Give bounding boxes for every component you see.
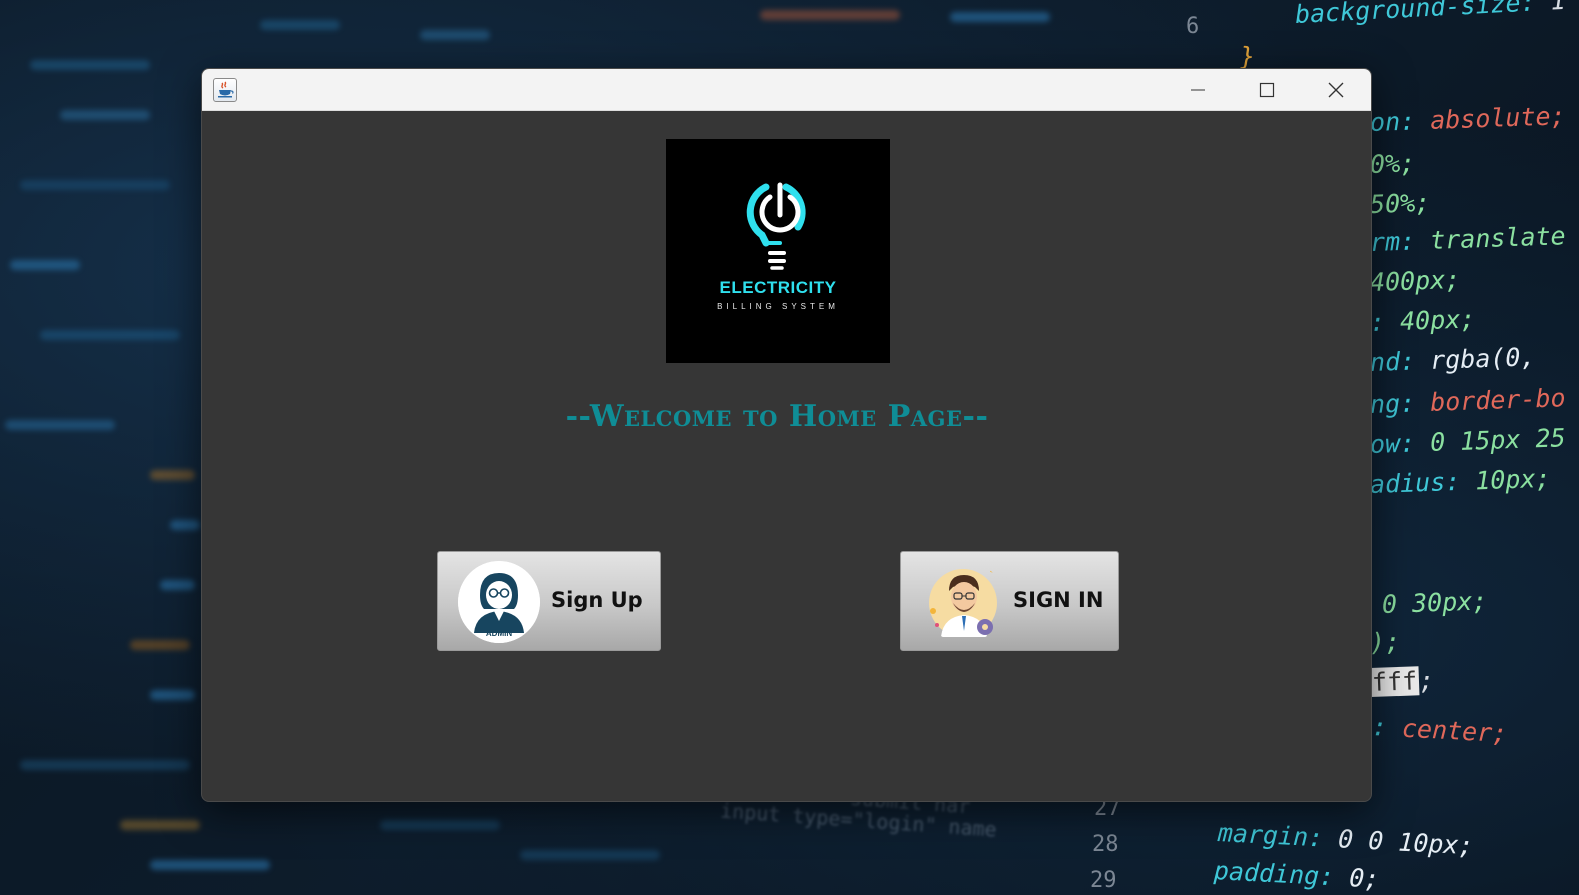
sign-in-button[interactable]: SIGN IN — [900, 551, 1119, 651]
admin-avatar-icon: ADMIN — [458, 561, 540, 643]
app-window: ELECTRICITY BILLING SYSTEM --Welcome to … — [201, 68, 1372, 802]
code-text: nd: — [1369, 346, 1416, 377]
line-number: 29 — [1090, 868, 1117, 893]
code-text: 0 30px; — [1381, 586, 1488, 619]
sign-up-label: Sign Up — [551, 588, 643, 612]
code-text: 10px; — [1459, 463, 1552, 496]
code-text: adius: — [1369, 466, 1461, 499]
line-number: 6 — [1186, 14, 1200, 39]
minimize-button[interactable] — [1168, 69, 1228, 111]
close-icon — [1328, 82, 1344, 98]
title-bar[interactable] — [202, 69, 1371, 111]
code-text: : — [1371, 712, 1388, 742]
code-text: fff — [1369, 666, 1420, 697]
user-avatar-icon — [923, 561, 1005, 643]
code-text: ng: — [1369, 388, 1416, 419]
code-text: ); — [1369, 626, 1401, 657]
code-text: padding: — [1213, 856, 1336, 892]
code-text: } — [1239, 41, 1256, 71]
minimize-icon — [1191, 89, 1205, 91]
code-text: translate — [1414, 221, 1567, 256]
welcome-heading: --Welcome to Home Page-- — [565, 399, 989, 434]
code-text: border-bo — [1414, 383, 1567, 418]
code-text: background-size: — [1294, 0, 1537, 29]
code-text: 400px; — [1369, 264, 1461, 297]
code-text: absolute; — [1414, 101, 1567, 136]
code-text: 1 — [1534, 0, 1567, 17]
code-text: 40px; — [1384, 304, 1476, 337]
maximize-icon — [1259, 82, 1275, 98]
logo-subtitle: BILLING SYSTEM — [717, 302, 839, 311]
code-text: ow: — [1369, 428, 1416, 459]
code-text: 50%; — [1369, 187, 1431, 219]
app-logo: ELECTRICITY BILLING SYSTEM — [666, 139, 890, 363]
logo-title: ELECTRICITY — [719, 278, 837, 297]
code-text: 0; — [1333, 862, 1381, 894]
lightbulb-power-icon — [746, 182, 806, 270]
code-text: on: — [1369, 106, 1416, 137]
code-text: 0 0 10px; — [1322, 823, 1475, 861]
code-text: center; — [1386, 712, 1509, 749]
sign-up-button[interactable]: ADMIN Sign Up — [437, 551, 661, 651]
admin-avatar-label: ADMIN — [486, 629, 512, 638]
code-text: rgba(0, — [1414, 342, 1536, 376]
code-text: 0%; — [1369, 148, 1416, 179]
code-text: rm: — [1369, 226, 1416, 257]
line-number: 28 — [1092, 832, 1119, 857]
maximize-button[interactable] — [1237, 69, 1297, 111]
code-text: margin: — [1217, 818, 1324, 853]
sign-in-label: SIGN IN — [1013, 588, 1104, 612]
java-cup-icon[interactable] — [213, 78, 237, 102]
code-text: 0 15px 25 — [1414, 423, 1567, 458]
code-text: ; — [1418, 665, 1435, 696]
close-button[interactable] — [1306, 69, 1366, 111]
